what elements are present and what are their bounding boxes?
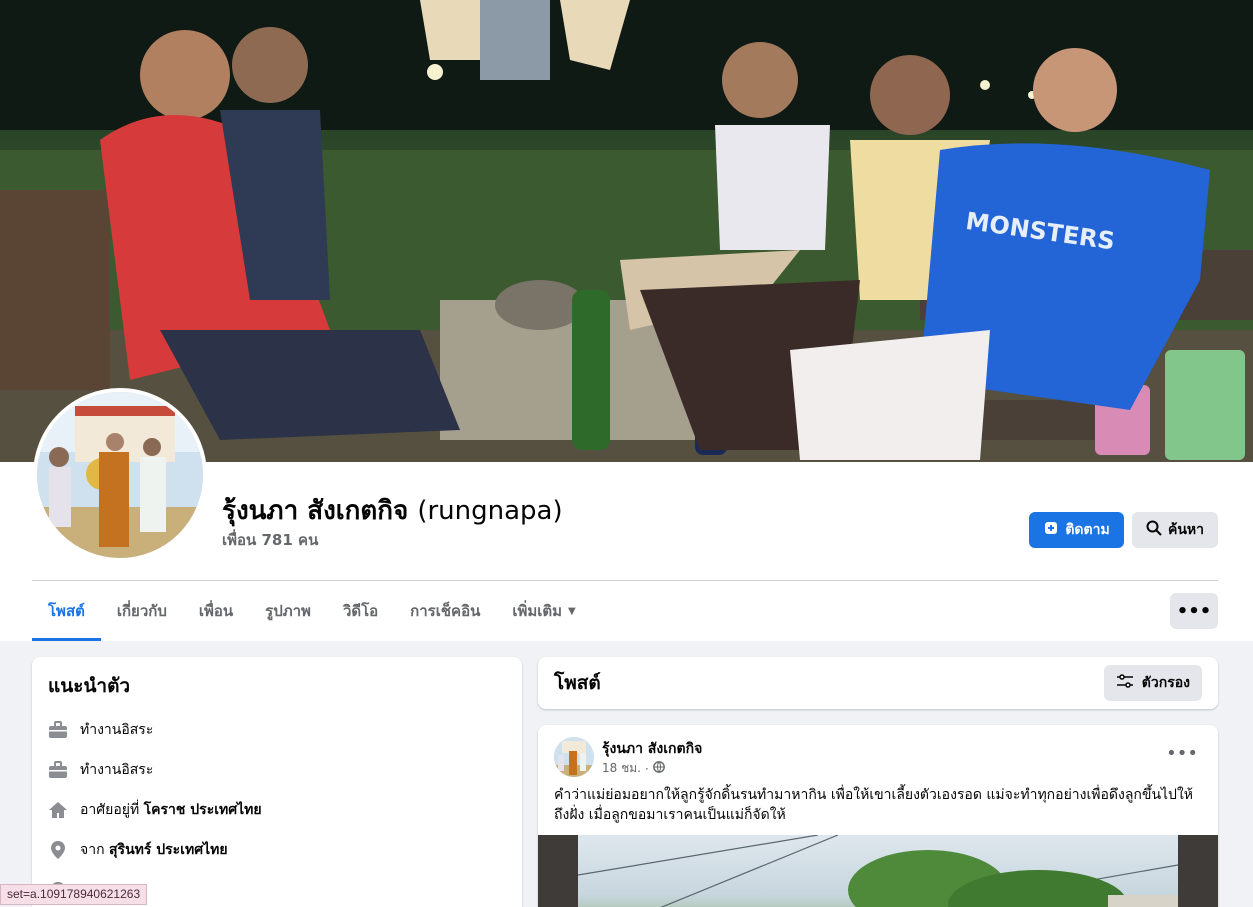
briefcase-icon xyxy=(48,720,68,740)
work-text: ทำงานอิสระ xyxy=(80,722,154,738)
ellipsis-icon: ••• xyxy=(1176,600,1212,622)
tab-friends[interactable]: เพื่อน xyxy=(183,581,249,641)
intro-work-2: ทำงานอิสระ xyxy=(48,759,506,781)
post-image-content xyxy=(578,835,1178,907)
friend-count[interactable]: เพื่อน 781 คน xyxy=(222,528,318,552)
lives-in-place[interactable]: โคราช ประเทศไทย xyxy=(144,802,262,818)
more-options-button[interactable]: ••• xyxy=(1170,593,1218,629)
profile-tabs: โพสต์ เกี่ยวกับ เพื่อน รูปภาพ วิดีโอ การ… xyxy=(32,581,592,641)
tab-posts[interactable]: โพสต์ xyxy=(32,581,101,641)
posts-header-card: โพสต์ ตัวกรอง xyxy=(538,657,1218,709)
intro-work-1: ทำงานอิสระ xyxy=(48,719,506,741)
from-prefix: จาก xyxy=(80,842,105,858)
intro-title: แนะนำตัว xyxy=(48,675,131,697)
post-image-art xyxy=(578,835,1178,907)
filter-button[interactable]: ตัวกรอง xyxy=(1103,665,1202,701)
posts-title: โพสต์ xyxy=(554,672,601,694)
search-label: ค้นหา xyxy=(1167,522,1205,538)
tab-more[interactable]: เพิ่มเติม ▼ xyxy=(496,581,591,641)
post-card: รุ้งนภา สังเกตกิจ 18 ชม. · ••• คำว่าแม่ย… xyxy=(538,725,1218,907)
tab-label: โพสต์ xyxy=(48,602,85,620)
tab-label: เพื่อน xyxy=(198,602,234,620)
follow-button[interactable]: ติดตาม xyxy=(1029,512,1124,548)
home-icon xyxy=(48,800,68,820)
tab-label: วิดีโอ xyxy=(342,602,379,620)
location-pin-icon xyxy=(48,840,68,860)
intro-card: แนะนำตัว ทำงานอิสระ ทำงานอิสระ อาศัยอยู่… xyxy=(32,657,522,907)
post-image[interactable] xyxy=(538,835,1218,907)
ellipsis-icon: ••• xyxy=(1166,743,1198,764)
caret-down-icon: ▼ xyxy=(568,605,576,617)
post-author-avatar-art xyxy=(554,737,594,777)
intro-from: จาก สุรินทร์ ประเทศไทย xyxy=(48,839,506,861)
profile-avatar[interactable] xyxy=(33,388,207,562)
tab-label: เกี่ยวกับ xyxy=(116,602,167,620)
tab-checkins[interactable]: การเช็คอิน xyxy=(394,581,496,641)
globe-icon xyxy=(652,761,665,776)
post-text: คำว่าแม่ย่อมอยากให้ลูกรู้จักดิ้นรนทำมาหา… xyxy=(554,787,1194,823)
post-author-avatar[interactable] xyxy=(554,737,594,777)
tab-videos[interactable]: วิดีโอ xyxy=(327,581,394,641)
post-author-name[interactable]: รุ้งนภา สังเกตกิจ xyxy=(602,738,702,760)
profile-name: รุ้งนภา สังเกตกิจ (rungnapa) xyxy=(222,490,563,531)
status-bar-url: set=a.109178940621263 xyxy=(0,884,148,905)
lives-in-prefix: อาศัยอยู่ที่ xyxy=(80,802,140,818)
tab-photos[interactable]: รูปภาพ xyxy=(249,581,327,641)
profile-name-primary: รุ้งนภา สังเกตกิจ xyxy=(222,496,409,526)
post-meta: 18 ชม. · xyxy=(602,759,665,778)
filter-sliders-icon xyxy=(1116,674,1134,692)
work-text: ทำงานอิสระ xyxy=(80,762,154,778)
follow-icon xyxy=(1043,520,1059,540)
post-options-button[interactable]: ••• xyxy=(1166,743,1198,764)
tab-label: เพิ่มเติม xyxy=(512,602,563,620)
tab-label: การเช็คอิน xyxy=(410,602,481,620)
post-timestamp[interactable]: 18 ชม. xyxy=(602,759,641,778)
tab-about[interactable]: เกี่ยวกับ xyxy=(101,581,183,641)
meta-separator: · xyxy=(644,761,649,776)
search-icon xyxy=(1146,520,1162,540)
cover-photo-art: MONSTERS xyxy=(0,0,1253,462)
search-button[interactable]: ค้นหา xyxy=(1132,512,1218,548)
intro-lives-in: อาศัยอยู่ที่ โคราช ประเทศไทย xyxy=(48,799,506,821)
briefcase-icon xyxy=(48,760,68,780)
lives-in-text: อาศัยอยู่ที่ โคราช ประเทศไทย xyxy=(80,799,262,821)
tab-label: รูปภาพ xyxy=(265,602,311,620)
profile-avatar-art xyxy=(37,392,203,558)
follow-label: ติดตาม xyxy=(1065,522,1110,538)
profile-header: MONSTERS รุ้งนภา สังเกตกิจ (rungnapa) เพ… xyxy=(0,0,1253,641)
cover-photo[interactable]: MONSTERS xyxy=(0,0,1253,462)
filter-label: ตัวกรอง xyxy=(1141,675,1190,691)
from-place[interactable]: สุรินทร์ ประเทศไทย xyxy=(109,842,228,858)
profile-name-alternate: (rungnapa) xyxy=(417,496,563,526)
from-text: จาก สุรินทร์ ประเทศไทย xyxy=(80,839,228,861)
